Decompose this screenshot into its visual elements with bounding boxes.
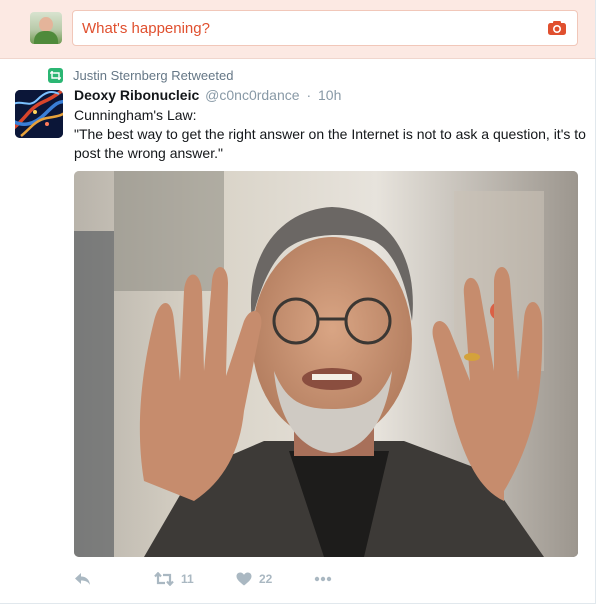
dna-helix-icon [15,90,63,138]
heart-icon [236,572,252,586]
tweet-header: Deoxy Ribonucleic @c0nc0rdance · 10h [74,87,341,103]
compose-input[interactable]: What's happening? [72,10,578,46]
photo-man-gesturing [74,171,578,557]
user-avatar[interactable] [30,12,62,44]
tweet-actions: 11 22 [74,569,332,589]
camera-icon[interactable] [547,20,567,36]
retweet-context: Justin Sternberg Retweeted [48,67,233,83]
like-count: 22 [259,572,273,586]
reply-action[interactable] [74,572,154,586]
compose-placeholder: What's happening? [82,20,210,37]
more-icon [314,576,332,582]
tweet-timestamp[interactable]: 10h [318,87,341,103]
retweet-badge-icon [48,67,63,83]
tweet-text-line-1: Cunningham's Law: [74,107,197,123]
more-action[interactable] [314,576,332,582]
header-separator: · [306,87,312,103]
retweet-context-label[interactable]: Justin Sternberg Retweeted [73,68,233,83]
tweet-photo[interactable] [74,171,578,557]
reply-icon [75,573,90,585]
timeline: What's happening? Justin Sternberg Retwe… [0,0,597,604]
avatar-shirt [34,31,58,44]
compose-bar: What's happening? [0,0,596,59]
like-action[interactable]: 22 [236,572,314,586]
retweet-action[interactable]: 11 [154,572,236,586]
author-screen-name[interactable]: @c0nc0rdance [205,87,299,103]
retweet-count: 11 [181,572,194,586]
tweet-text: Cunningham's Law: "The best way to get t… [74,106,586,163]
author-display-name[interactable]: Deoxy Ribonucleic [74,87,199,103]
tweet-card[interactable]: Justin Sternberg Retweeted Deoxy Ribonuc… [0,59,596,604]
avatar-face [39,17,53,32]
author-avatar[interactable] [15,90,63,138]
tweet-text-line-2: "The best way to get the right answer on… [74,126,586,161]
retweet-icon [154,572,174,586]
